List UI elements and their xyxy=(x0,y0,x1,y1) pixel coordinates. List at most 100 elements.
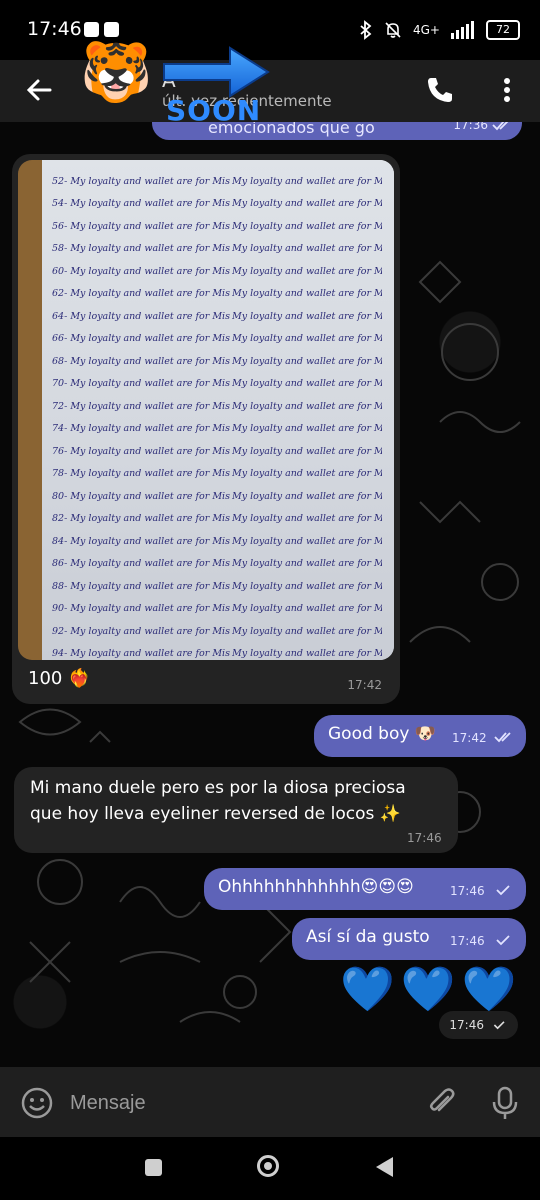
handwritten-text-right: My loyalty and wallet are for Mis H xyxy=(232,265,382,277)
handwritten-text-left: 90- My loyalty and wallet are for Mis H xyxy=(52,603,232,615)
handwritten-text-left: 88- My loyalty and wallet are for Mis H xyxy=(52,580,232,592)
handwritten-line: 80- My loyalty and wallet are for Mis HM… xyxy=(52,485,388,508)
handwritten-line: 56- My loyalty and wallet are for Mis HM… xyxy=(52,215,388,238)
handwritten-line: 62- My loyalty and wallet are for Mis HM… xyxy=(52,283,388,306)
handwritten-text-left: 64- My loyalty and wallet are for Mis H xyxy=(52,310,232,322)
handwritten-text-right: My loyalty and wallet are for Mis H xyxy=(232,400,382,412)
handwritten-text-right: My loyalty and wallet are for Mis H xyxy=(232,468,382,480)
handwritten-text-left: 58- My loyalty and wallet are for Mis H xyxy=(52,243,232,255)
handwritten-text-left: 74- My loyalty and wallet are for Mis H xyxy=(52,423,232,435)
handwritten-text-right: My loyalty and wallet are for Mis H xyxy=(232,445,382,457)
message-text: Ohhhhhhhhhhhh😍😍😍 xyxy=(218,877,414,897)
handwritten-line: 76- My loyalty and wallet are for Mis HM… xyxy=(52,440,388,463)
handwritten-text-right: My loyalty and wallet are for Mis H xyxy=(232,198,382,210)
mute-bell-icon xyxy=(385,22,401,38)
handwritten-text-right: My loyalty and wallet are for Mis H xyxy=(232,423,382,435)
handwritten-line: 68- My loyalty and wallet are for Mis HM… xyxy=(52,350,388,373)
message-input[interactable] xyxy=(68,1087,402,1119)
check-icon xyxy=(496,885,510,896)
sticker-text: SOON xyxy=(166,94,262,127)
message-text-line: que hoy lleva eyeliner reversed de locos… xyxy=(30,804,401,824)
handwritten-text-left: 66- My loyalty and wallet are for Mis H xyxy=(52,333,232,345)
home-button[interactable] xyxy=(257,1155,279,1177)
handwritten-line: 64- My loyalty and wallet are for Mis HM… xyxy=(52,305,388,328)
back-arrow-icon[interactable] xyxy=(22,72,58,108)
microphone-icon[interactable] xyxy=(488,1085,522,1121)
handwritten-text-right: My loyalty and wallet are for Mis H xyxy=(232,603,382,615)
handwritten-line: 58- My loyalty and wallet are for Mis HM… xyxy=(52,238,388,261)
contact-avatar[interactable]: 🐯 xyxy=(80,41,152,103)
handwritten-text-right: My loyalty and wallet are for Mis H xyxy=(232,580,382,592)
message-time: 17:42 xyxy=(347,678,382,692)
recents-button[interactable] xyxy=(145,1159,162,1176)
check-icon xyxy=(493,1021,505,1030)
status-time: 17:46 xyxy=(27,18,82,40)
handwritten-text-left: 76- My loyalty and wallet are for Mis H xyxy=(52,445,232,457)
handwritten-text-right: My loyalty and wallet are for Mis H xyxy=(232,333,382,345)
handwritten-line: 84- My loyalty and wallet are for Mis HM… xyxy=(52,530,388,553)
handwritten-text-left: 68- My loyalty and wallet are for Mis H xyxy=(52,355,232,367)
message-text: Así sí da gusto xyxy=(306,927,430,947)
back-button[interactable] xyxy=(376,1157,393,1177)
message-bubble-outgoing[interactable]: Así sí da gusto 17:46 xyxy=(292,918,526,960)
phone-icon[interactable] xyxy=(422,72,458,108)
message-bubble-outgoing[interactable]: Ohhhhhhhhhhhh😍😍😍 17:46 xyxy=(204,868,526,910)
handwritten-line: 72- My loyalty and wallet are for Mis HM… xyxy=(52,395,388,418)
handwritten-text-right: My loyalty and wallet are for Mis H xyxy=(232,513,382,525)
message-time: 17:46 xyxy=(450,934,485,948)
photo-caption: 100 ❤️‍🔥 xyxy=(28,668,91,689)
bluetooth-icon xyxy=(360,20,372,40)
system-nav-bar xyxy=(0,1137,540,1200)
message-text-line: Mi mano duele pero es por la diosa preci… xyxy=(30,778,406,798)
message-meta: 17:46 xyxy=(439,1011,518,1039)
handwritten-text-left: 78- My loyalty and wallet are for Mis H xyxy=(52,468,232,480)
handwritten-text-left: 86- My loyalty and wallet are for Mis H xyxy=(52,558,232,570)
message-bubble-incoming[interactable]: Mi mano duele pero es por la diosa preci… xyxy=(14,767,458,853)
message-time: 17:46 xyxy=(449,1018,484,1032)
handwritten-line: 94- My loyalty and wallet are for Mis HM… xyxy=(52,643,388,661)
handwritten-line: 70- My loyalty and wallet are for Mis HM… xyxy=(52,373,388,396)
message-bubble-outgoing[interactable]: Good boy 🐶 17:42 xyxy=(314,715,526,757)
handwritten-text-left: 70- My loyalty and wallet are for Mis H xyxy=(52,378,232,390)
emoji-icon[interactable] xyxy=(20,1086,54,1120)
battery-icon: 72 xyxy=(486,20,520,40)
handwritten-text-right: My loyalty and wallet are for Mis H xyxy=(232,310,382,322)
handwritten-line: 92- My loyalty and wallet are for Mis HM… xyxy=(52,620,388,643)
handwritten-text-right: My loyalty and wallet are for Mis H xyxy=(232,355,382,367)
handwritten-page-photo[interactable]: 52- My loyalty and wallet are for Mis HM… xyxy=(18,160,394,660)
attach-icon[interactable] xyxy=(424,1085,458,1119)
more-options-icon[interactable] xyxy=(492,72,522,108)
handwritten-lines: 52- My loyalty and wallet are for Mis HM… xyxy=(52,170,388,660)
handwritten-text-left: 52- My loyalty and wallet are for Mis H xyxy=(52,175,232,187)
handwritten-text-left: 92- My loyalty and wallet are for Mis H xyxy=(52,625,232,637)
emoji-message[interactable]: 💙💙💙 17:46 xyxy=(330,963,526,1057)
handwritten-text-right: My loyalty and wallet are for Mis H xyxy=(232,378,382,390)
chat-area[interactable]: emocionados que go 17:36 52- My loyalty … xyxy=(0,122,540,1067)
handwritten-text-left: 60- My loyalty and wallet are for Mis H xyxy=(52,265,232,277)
handwritten-line: 74- My loyalty and wallet are for Mis HM… xyxy=(52,418,388,441)
handwritten-text-right: My loyalty and wallet are for Mis H xyxy=(232,648,382,660)
check-icon xyxy=(496,935,510,946)
handwritten-line: 82- My loyalty and wallet are for Mis HM… xyxy=(52,508,388,531)
soon-arrow-sticker: SOON xyxy=(160,44,272,130)
message-time: 17:46 xyxy=(407,831,442,845)
handwritten-line: 54- My loyalty and wallet are for Mis HM… xyxy=(52,193,388,216)
handwritten-text-left: 56- My loyalty and wallet are for Mis H xyxy=(52,220,232,232)
handwritten-line: 66- My loyalty and wallet are for Mis HM… xyxy=(52,328,388,351)
network-type: 4G+ xyxy=(413,23,440,37)
handwritten-text-right: My loyalty and wallet are for Mis H xyxy=(232,535,382,547)
handwritten-line: 88- My loyalty and wallet are for Mis HM… xyxy=(52,575,388,598)
photo-message[interactable]: 52- My loyalty and wallet are for Mis HM… xyxy=(12,154,400,704)
handwritten-text-right: My loyalty and wallet are for Mis H xyxy=(232,490,382,502)
handwritten-text-left: 62- My loyalty and wallet are for Mis H xyxy=(52,288,232,300)
handwritten-text-left: 54- My loyalty and wallet are for Mis H xyxy=(52,198,232,210)
blue-hearts-emoji: 💙💙💙 xyxy=(340,964,523,1015)
handwritten-text-right: My loyalty and wallet are for Mis H xyxy=(232,175,382,187)
handwritten-text-left: 94- My loyalty and wallet are for Mis H xyxy=(52,648,232,660)
handwritten-text-right: My loyalty and wallet are for Mis H xyxy=(232,243,382,255)
double-check-icon xyxy=(492,122,509,131)
handwritten-text-left: 82- My loyalty and wallet are for Mis H xyxy=(52,513,232,525)
handwritten-text-right: My loyalty and wallet are for Mis H xyxy=(232,558,382,570)
handwritten-text-left: 84- My loyalty and wallet are for Mis H xyxy=(52,535,232,547)
handwritten-text-left: 80- My loyalty and wallet are for Mis H xyxy=(52,490,232,502)
